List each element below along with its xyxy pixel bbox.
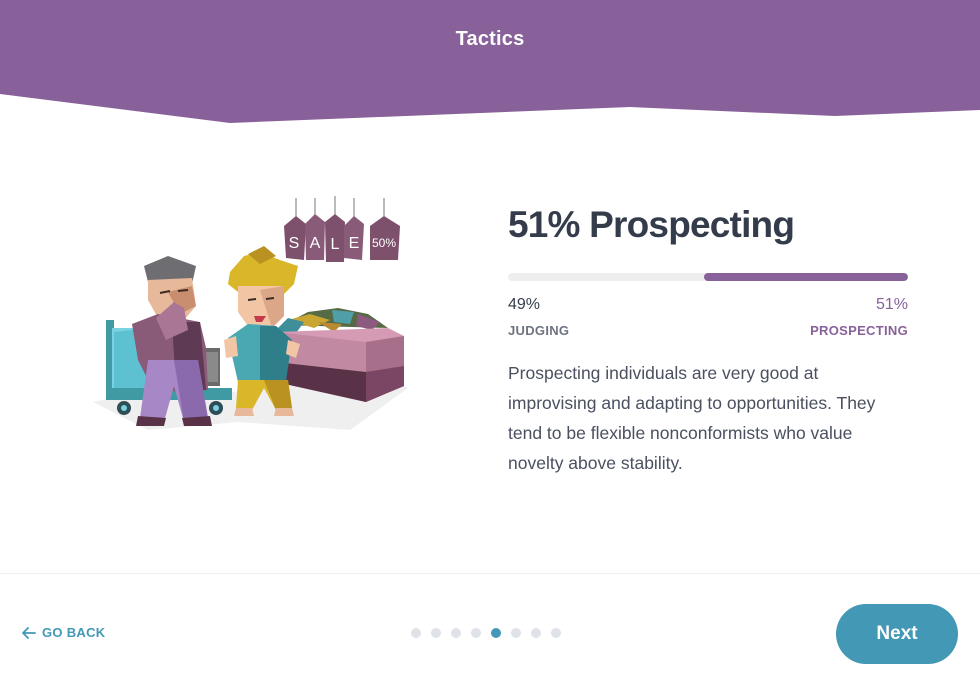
page-title: Tactics [455, 28, 525, 50]
discount-tag-text: 50% [372, 236, 396, 250]
step-dot [451, 628, 461, 638]
step-dot [551, 628, 561, 638]
sale-tag-letter: S [289, 235, 300, 252]
prospecting-percent: 51% [875, 296, 908, 313]
header-background [0, 0, 980, 123]
trait-panel: 51% Prospecting 49% 51% JUDGING PROSPECT… [508, 200, 908, 496]
go-back-button[interactable]: GO BACK [22, 625, 106, 640]
step-dot [531, 628, 541, 638]
prospecting-label: PROSPECTING [810, 323, 908, 338]
step-dot-active [491, 628, 501, 638]
step-dot [511, 628, 521, 638]
header-banner: Tactics [0, 0, 980, 125]
sale-tag-letter: E [349, 235, 360, 252]
trait-title: 51% Prospecting [508, 204, 795, 245]
judging-percent: 49% [508, 296, 541, 313]
step-indicator [411, 628, 561, 638]
sale-tag-letter: L [331, 236, 340, 253]
trait-percentages: 49% 51% [508, 296, 908, 314]
go-back-label: GO BACK [42, 625, 106, 640]
trait-progress-bar [508, 273, 908, 281]
step-dot [471, 628, 481, 638]
trait-labels: JUDGING PROSPECTING [508, 323, 908, 338]
step-dot [411, 628, 421, 638]
judging-label: JUDGING [508, 323, 570, 338]
sale-tags: S A L E 50% [284, 196, 400, 262]
step-dot [431, 628, 441, 638]
shopping-illustration: S A L E 50% [88, 190, 418, 440]
trait-progress-fill [704, 273, 908, 281]
trait-description: Prospecting individuals are very good at… [508, 363, 876, 473]
sale-tag-letter: A [310, 235, 321, 252]
next-button[interactable]: Next [836, 604, 958, 664]
arrow-left-icon [22, 626, 36, 639]
footer-divider [0, 573, 980, 574]
